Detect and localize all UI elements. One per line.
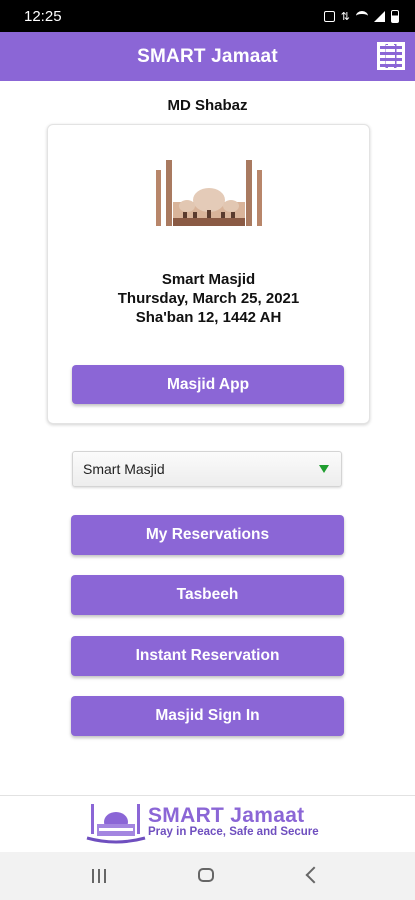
dropdown-arrow-icon [319, 465, 329, 473]
status-icons: ⇅ [323, 9, 399, 23]
footer-brand: SMART Jamaat [148, 804, 305, 827]
masjid-select-value: Smart Masjid [83, 461, 165, 477]
qr-code-icon[interactable] [377, 42, 405, 70]
smart-jamaat-logo [86, 804, 146, 844]
footer-divider [0, 795, 415, 796]
instant-reservation-button[interactable]: Instant Reservation [71, 636, 344, 676]
masjid-app-button[interactable]: Masjid App [72, 365, 344, 404]
back-icon[interactable] [305, 866, 323, 884]
system-nav-bar [0, 852, 415, 900]
app-title: SMART Jamaat [137, 45, 278, 67]
gregorian-date: Thursday, March 25, 2021 [117, 290, 300, 307]
data-icon: ⇅ [340, 10, 350, 23]
masjid-card: Smart Masjid Thursday, March 25, 2021 Sh… [47, 124, 370, 424]
app-bar: SMART Jamaat [0, 32, 415, 81]
masjid-select[interactable]: Smart Masjid [72, 451, 342, 487]
masjid-name: Smart Masjid [161, 271, 256, 288]
tasbeeh-button[interactable]: Tasbeeh [71, 575, 344, 615]
user-name: MD Shabaz [167, 97, 248, 114]
screenshot-icon [323, 10, 335, 22]
mosque-image [153, 160, 265, 230]
masjid-sign-in-button[interactable]: Masjid Sign In [71, 696, 344, 736]
status-time: 12:25 [24, 7, 62, 25]
recents-icon[interactable] [92, 869, 106, 883]
wifi-icon [356, 11, 368, 21]
masjid-info: Smart Masjid Thursday, March 25, 2021 Sh… [48, 270, 369, 327]
battery-icon [391, 9, 399, 23]
home-icon[interactable] [198, 868, 214, 882]
footer-tagline: Pray in Peace, Safe and Secure [148, 826, 319, 838]
status-bar: 12:25 ⇅ [0, 0, 415, 32]
my-reservations-button[interactable]: My Reservations [71, 515, 344, 555]
hijri-date: Sha'ban 12, 1442 AH [135, 309, 282, 326]
signal-icon [374, 10, 385, 22]
